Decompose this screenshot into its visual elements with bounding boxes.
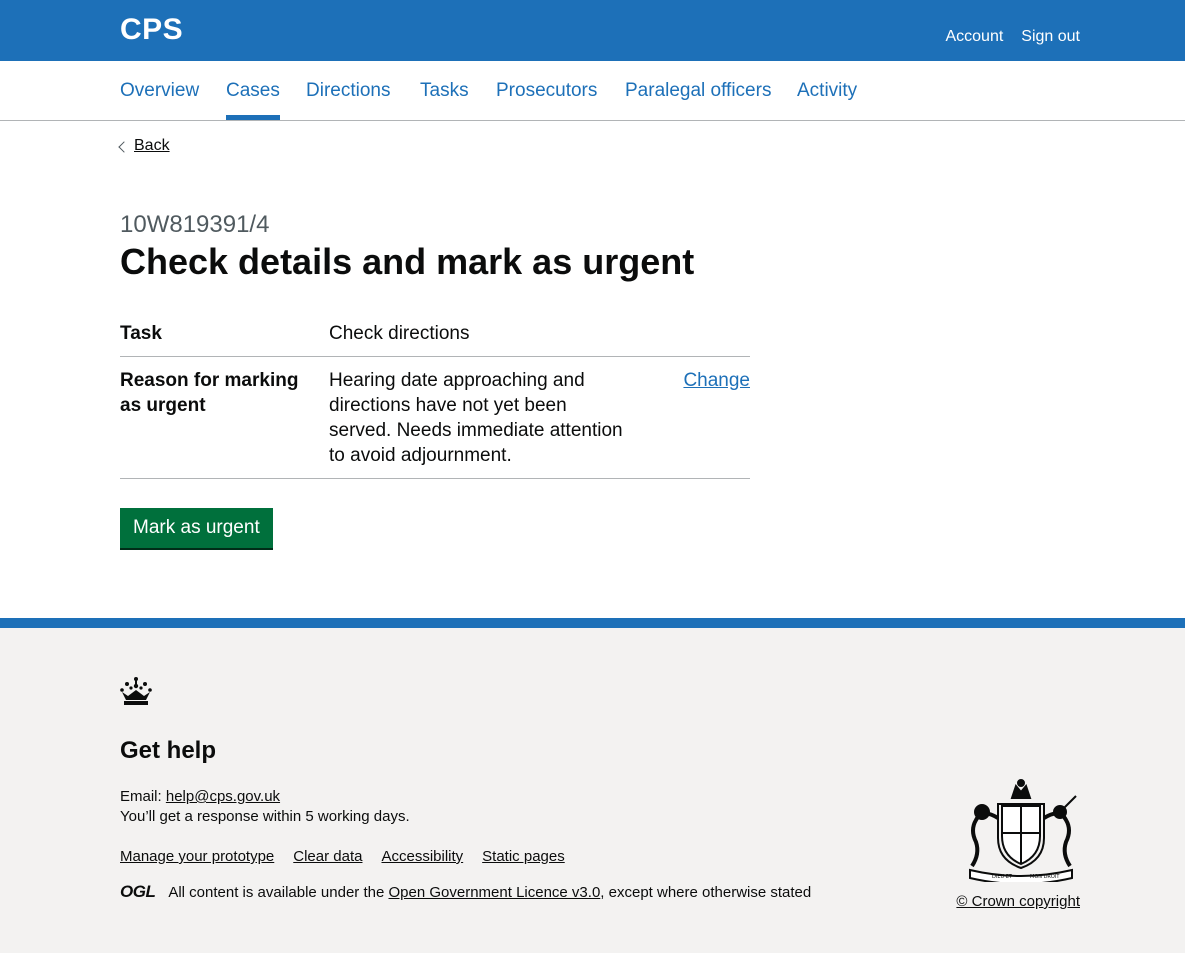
footer-email-link[interactable]: help@cps.gov.uk: [166, 788, 280, 805]
primary-navigation: Overview Cases Directions Tasks Prosecut…: [0, 61, 1185, 121]
header-account-nav: Account Sign out: [945, 28, 1080, 46]
nav-tasks[interactable]: Tasks: [420, 80, 469, 120]
nav-paralegal-officers[interactable]: Paralegal officers: [625, 80, 771, 120]
summary-value-task: Check directions: [329, 323, 470, 344]
footer-link-manage-prototype[interactable]: Manage your prototype: [120, 848, 274, 865]
mark-as-urgent-button[interactable]: Mark as urgent: [120, 508, 273, 548]
footer-email-line: Email: help@cps.gov.uk: [120, 788, 280, 805]
summary-action-empty: [629, 321, 750, 346]
nav-overview[interactable]: Overview: [120, 80, 199, 120]
footer-link-static-pages[interactable]: Static pages: [482, 848, 565, 865]
licence-prefix: All content is available under the: [168, 883, 385, 901]
back-link-wrapper: Back: [118, 137, 170, 155]
licence-suffix: , except where otherwise stated: [600, 883, 812, 901]
nav-cases[interactable]: Cases: [226, 80, 280, 120]
sign-out-link[interactable]: Sign out: [1021, 28, 1080, 46]
case-reference-caption: 10W819391/4: [120, 211, 270, 238]
brand-logo-link[interactable]: CPS: [120, 13, 183, 47]
footer-heading-get-help: Get help: [120, 737, 217, 764]
footer-licence: OGL All content is available under the O…: [120, 882, 811, 902]
nav-directions[interactable]: Directions: [306, 80, 390, 120]
footer-link-accessibility[interactable]: Accessibility: [381, 848, 463, 865]
footer-email-label: Email:: [120, 788, 162, 805]
footer-links: Manage your prototype Clear data Accessi…: [120, 848, 565, 865]
crown-icon: [120, 677, 152, 705]
crown-copyright-link[interactable]: © Crown copyright: [956, 893, 1080, 910]
crest-motto-left: DIEU ET: [992, 874, 1013, 880]
footer-link-clear-data[interactable]: Clear data: [293, 848, 362, 865]
summary-list: Task Check directions Reason for marking…: [120, 316, 750, 479]
nav-prosecutors[interactable]: Prosecutors: [496, 80, 597, 120]
account-link[interactable]: Account: [945, 28, 1003, 46]
crown-copyright: © Crown copyright: [956, 893, 1080, 910]
summary-value-reason: Hearing date approaching and directions …: [329, 370, 623, 466]
nav-activity[interactable]: Activity: [797, 80, 857, 120]
header-bar: CPS Account Sign out: [0, 0, 1185, 61]
crest-motto-right: MON DROIT: [1030, 874, 1060, 880]
back-link[interactable]: Back: [134, 137, 170, 155]
summary-key-task: Task: [120, 323, 162, 344]
page-title: Check details and mark as urgent: [120, 241, 695, 282]
royal-coat-of-arms-icon: DIEU ET MON DROIT: [969, 779, 1077, 882]
chevron-left-icon: [118, 140, 130, 153]
summary-action-reason: Change: [629, 368, 750, 468]
footer-response-text: You’ll get a response within 5 working d…: [120, 808, 410, 825]
summary-key-reason: Reason for marking as urgent: [120, 370, 299, 416]
change-reason-link[interactable]: Change: [683, 370, 750, 391]
summary-row-task: Task Check directions: [120, 316, 750, 357]
summary-row-reason: Reason for marking as urgent Hearing dat…: [120, 357, 750, 479]
ogl-logo-icon: OGL: [120, 882, 156, 901]
footer: Get help Email: help@cps.gov.uk You’ll g…: [0, 618, 1185, 953]
licence-link[interactable]: Open Government Licence v3.0: [389, 884, 601, 901]
